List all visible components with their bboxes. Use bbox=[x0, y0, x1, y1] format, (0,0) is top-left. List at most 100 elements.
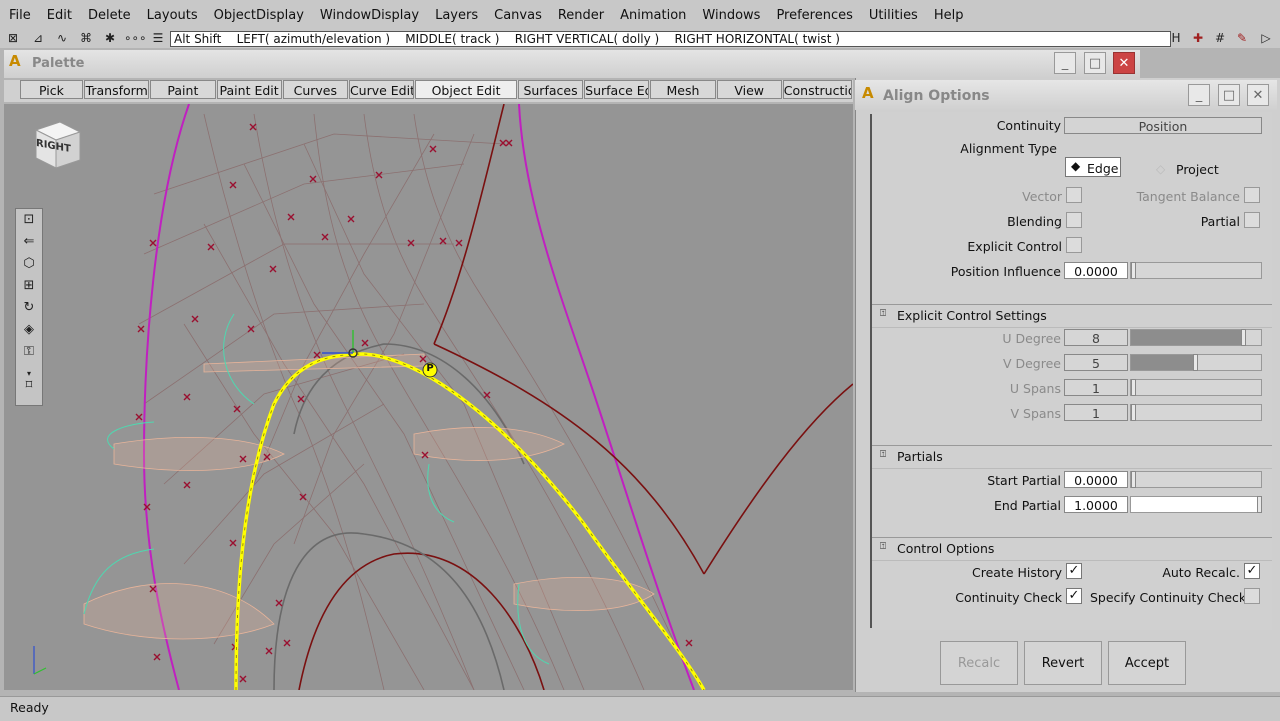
tab-surfaces[interactable]: Surfaces bbox=[517, 80, 584, 99]
start-partial-field[interactable]: 0.0000 bbox=[1064, 471, 1128, 488]
play-icon[interactable]: ▷ bbox=[1258, 31, 1274, 46]
edge-radio[interactable]: ◆ Edge bbox=[1065, 157, 1121, 177]
start-partial-slider[interactable] bbox=[1130, 471, 1262, 488]
control-options-section[interactable]: ⍐ Control Options bbox=[872, 537, 1272, 561]
tumble-icon[interactable]: ↻ bbox=[20, 299, 38, 317]
menu-canvas[interactable]: Canvas bbox=[486, 8, 550, 23]
position-influence-slider[interactable] bbox=[1130, 262, 1262, 279]
tab-construction[interactable]: Construction bbox=[782, 80, 852, 99]
align-close-button[interactable]: ✕ bbox=[1247, 84, 1269, 106]
tangent-balance-checkbox[interactable] bbox=[1244, 187, 1260, 203]
more-icon[interactable]: ∘∘∘ bbox=[124, 31, 147, 46]
back-arrow-icon[interactable]: ⇐ bbox=[20, 233, 38, 251]
frame-icon[interactable]: ⊡ bbox=[20, 211, 38, 229]
continuity-check-checkbox[interactable]: ✓ bbox=[1066, 588, 1082, 604]
palette-close-button[interactable]: ✕ bbox=[1113, 52, 1135, 74]
tab-paint-edit[interactable]: Paint Edit bbox=[216, 80, 282, 99]
snap-icon[interactable]: ✱ bbox=[102, 31, 118, 46]
tab-view[interactable]: View bbox=[716, 80, 782, 99]
alias-logo-icon: A bbox=[862, 84, 874, 102]
project-label: Project bbox=[1176, 162, 1219, 177]
v-spans-field[interactable]: 1 bbox=[1064, 404, 1128, 421]
tab-pick[interactable]: Pick bbox=[19, 80, 84, 99]
continuity-check-label: Continuity Check bbox=[955, 590, 1062, 605]
fit-icon[interactable]: ⊞ bbox=[20, 277, 38, 295]
view-cube[interactable]: RIGHT bbox=[30, 118, 84, 172]
tab-transform[interactable]: Transform bbox=[84, 80, 150, 99]
tab-paint[interactable]: Paint bbox=[150, 80, 216, 99]
tab-object-edit[interactable]: Object Edit bbox=[415, 80, 517, 99]
end-partial-slider[interactable] bbox=[1130, 496, 1262, 513]
menu-objectdisplay[interactable]: ObjectDisplay bbox=[206, 8, 312, 23]
alignment-type-label: Alignment Type bbox=[960, 141, 1057, 156]
u-spans-slider[interactable] bbox=[1130, 379, 1262, 396]
auto-recalc-checkbox[interactable]: ✓ bbox=[1244, 563, 1260, 579]
surface-icon[interactable]: ⌘ bbox=[78, 31, 94, 46]
menu-render[interactable]: Render bbox=[550, 8, 612, 23]
align-minimize-button[interactable]: _ bbox=[1188, 84, 1210, 106]
create-history-checkbox[interactable]: ✓ bbox=[1066, 563, 1082, 579]
position-influence-field[interactable]: 0.0000 bbox=[1064, 262, 1128, 279]
bookmark-icon[interactable]: ⌑ bbox=[20, 377, 38, 395]
menu-animation[interactable]: Animation bbox=[612, 8, 694, 23]
panel-scrollbar[interactable] bbox=[860, 114, 872, 628]
blending-label: Blending bbox=[1007, 214, 1062, 229]
specify-continuity-checkbox[interactable] bbox=[1244, 588, 1260, 604]
menu-layouts[interactable]: Layouts bbox=[139, 8, 206, 23]
tab-mesh[interactable]: Mesh bbox=[650, 80, 716, 99]
transform-icon[interactable]: ⊿ bbox=[30, 31, 46, 46]
palette-tabs: Pick Transform Paint Paint Edit Curves C… bbox=[4, 80, 853, 102]
partials-section[interactable]: ⍐ Partials bbox=[872, 445, 1272, 469]
v-degree-field[interactable]: 5 bbox=[1064, 354, 1128, 371]
menu-windows[interactable]: Windows bbox=[694, 8, 768, 23]
project-radio[interactable]: ◇ bbox=[1156, 162, 1165, 176]
curve-icon[interactable]: ∿ bbox=[54, 31, 70, 46]
menu-utilities[interactable]: Utilities bbox=[861, 8, 926, 23]
menu-delete[interactable]: Delete bbox=[80, 8, 139, 23]
palette-minimize-button[interactable]: _ bbox=[1054, 52, 1076, 74]
revert-button[interactable]: Revert bbox=[1024, 641, 1102, 685]
v-spans-label: V Spans bbox=[1010, 406, 1062, 421]
look-at-icon[interactable]: ◈ bbox=[20, 321, 38, 339]
tabs-grip-icon[interactable] bbox=[4, 80, 20, 100]
grid-icon[interactable]: # bbox=[1212, 31, 1228, 46]
palette-title: Palette bbox=[32, 56, 85, 71]
menu-windowdisplay[interactable]: WindowDisplay bbox=[312, 8, 427, 23]
v-spans-slider[interactable] bbox=[1130, 404, 1262, 421]
u-degree-slider[interactable] bbox=[1130, 329, 1262, 346]
pin-icon[interactable]: ✎ bbox=[1234, 31, 1250, 46]
partial-checkbox[interactable] bbox=[1244, 212, 1260, 228]
tab-curve-edit[interactable]: Curve Edit bbox=[348, 80, 415, 99]
locator-icon[interactable]: ✚ bbox=[1190, 31, 1206, 46]
blending-checkbox[interactable] bbox=[1066, 212, 1082, 228]
pick-icon[interactable]: ⊠ bbox=[5, 31, 21, 46]
explicit-control-section[interactable]: ⍐ Explicit Control Settings bbox=[872, 304, 1272, 328]
tab-surface-edit[interactable]: Surface Edit bbox=[584, 80, 650, 99]
u-spans-field[interactable]: 1 bbox=[1064, 379, 1128, 396]
vector-checkbox[interactable] bbox=[1066, 187, 1082, 203]
accept-button[interactable]: Accept bbox=[1108, 641, 1186, 685]
partial-label: Partial bbox=[1200, 214, 1240, 229]
menu-help[interactable]: Help bbox=[926, 8, 972, 23]
continuity-label: Continuity bbox=[996, 118, 1061, 133]
end-partial-field[interactable]: 1.0000 bbox=[1064, 496, 1128, 513]
menu-preferences[interactable]: Preferences bbox=[768, 8, 860, 23]
palette-titlebar[interactable] bbox=[4, 50, 1140, 78]
lock-icon[interactable]: ⚿ bbox=[20, 343, 38, 361]
list-icon[interactable]: ☰ bbox=[150, 31, 166, 46]
menu-file[interactable]: File bbox=[0, 8, 39, 23]
recalc-button[interactable]: Recalc bbox=[940, 641, 1018, 685]
explicit-control-checkbox[interactable] bbox=[1066, 237, 1082, 253]
cube-icon[interactable]: ⬡ bbox=[20, 255, 38, 273]
u-degree-field[interactable]: 8 bbox=[1064, 329, 1128, 346]
menu-layers[interactable]: Layers bbox=[427, 8, 486, 23]
align-maximize-button[interactable]: □ bbox=[1218, 84, 1240, 106]
modeling-viewport[interactable]: P bbox=[4, 104, 853, 690]
continuity-dropdown[interactable]: Position bbox=[1064, 117, 1262, 134]
menu-edit[interactable]: Edit bbox=[39, 8, 80, 23]
v-degree-label: V Degree bbox=[1002, 356, 1061, 371]
tab-curves[interactable]: Curves bbox=[282, 80, 348, 99]
v-degree-slider[interactable] bbox=[1130, 354, 1262, 371]
palette-maximize-button[interactable]: □ bbox=[1084, 52, 1106, 74]
partials-section-title: Partials bbox=[897, 449, 943, 464]
